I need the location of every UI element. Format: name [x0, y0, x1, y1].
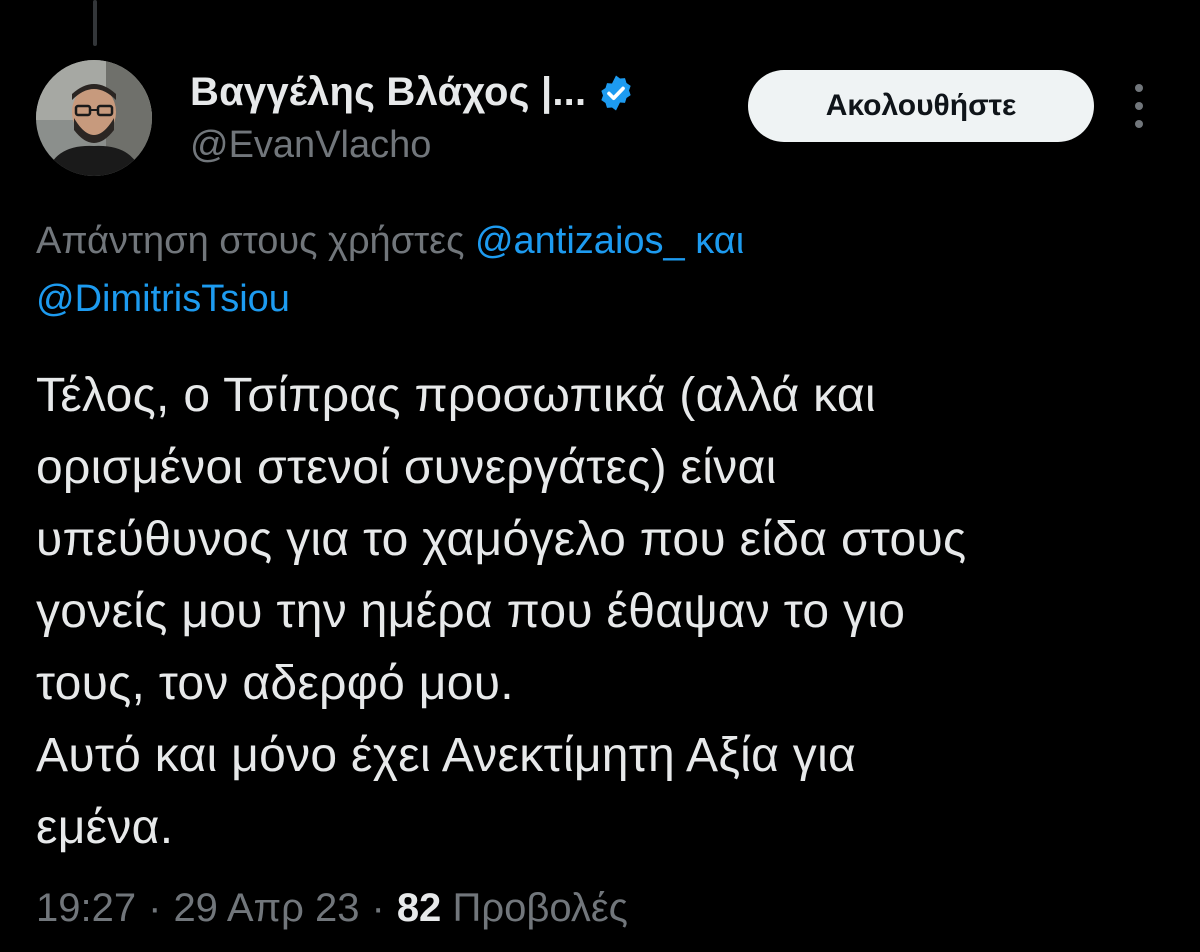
meta-separator: · — [148, 886, 162, 930]
author-handle[interactable]: @EvanVlacho — [190, 124, 431, 167]
reply-context: Απάντηση στους χρήστες @antizaios_ και @… — [36, 212, 1156, 328]
reply-context-prefix: Απάντηση στους χρήστες — [36, 220, 475, 262]
tweet-date[interactable]: 29 Απρ 23 — [173, 886, 359, 931]
tweet-time[interactable]: 19:27 — [36, 886, 136, 931]
author-display-name[interactable]: Βαγγέλης Βλάχος |... — [190, 70, 586, 115]
reply-context-connector: και — [684, 220, 745, 262]
mention-link-dimitristsiou[interactable]: @DimitrisTsiou — [36, 278, 290, 320]
tweet-line: εμένα. — [36, 801, 174, 854]
views-count: 82 — [396, 886, 442, 930]
tweet-line: ορισμένοι στενοί συνεργάτες) είναι — [36, 441, 777, 494]
tweet-line: υπεύθυνος για το χαμόγελο που είδα στους — [36, 513, 967, 566]
views-label: Προβολές — [452, 886, 628, 930]
meta-separator: · — [371, 886, 385, 930]
tweet-meta: 19:27 · 29 Απρ 23 · 82 Προβολές — [36, 886, 628, 931]
verified-badge-icon — [596, 73, 636, 113]
more-vertical-icon[interactable] — [1124, 84, 1154, 128]
author-name-row: Βαγγέλης Βλάχος |... — [190, 70, 636, 115]
thread-connector-line — [93, 0, 97, 46]
views-group[interactable]: 82 Προβολές — [397, 886, 628, 931]
mention-link-antizaios[interactable]: @antizaios_ — [475, 220, 685, 262]
more-dot — [1135, 102, 1143, 110]
more-dot — [1135, 120, 1143, 128]
profile-avatar[interactable] — [36, 60, 152, 176]
tweet-line: τους, τον αδερφό μου. — [36, 657, 514, 710]
tweet-line: γονείς μου την ημέρα που έθαψαν το γιο — [36, 585, 906, 638]
tweet-line: Αυτό και μόνο έχει Ανεκτίμητη Αξία για — [36, 729, 857, 782]
more-dot — [1135, 84, 1143, 92]
tweet-text: Τέλος, ο Τσίπρας προσωπικά (αλλά και ορι… — [36, 360, 1166, 864]
tweet-line: Τέλος, ο Τσίπρας προσωπικά (αλλά και — [36, 369, 876, 422]
avatar-image — [36, 60, 152, 176]
follow-button[interactable]: Ακολουθήστε — [748, 70, 1094, 142]
